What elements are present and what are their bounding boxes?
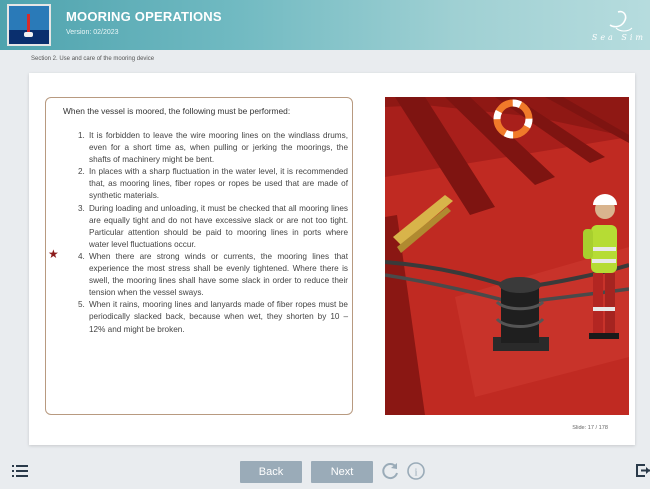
rule-item: 4. When there are strong winds or curren…: [46, 251, 352, 299]
mooring-photo: [385, 97, 629, 415]
rule-number: 4.: [78, 251, 85, 261]
rule-item: 1. It is forbidden to leave the wire moo…: [46, 130, 352, 166]
star-icon: ★: [48, 247, 59, 261]
rule-item: 2. In places with a sharp fluctuation in…: [46, 166, 352, 202]
brand-logo: Sea Sim: [572, 6, 646, 46]
slide-counter: Slide: 17 / 178: [572, 425, 608, 431]
rules-list: 1. It is forbidden to leave the wire moo…: [46, 130, 352, 336]
exit-icon[interactable]: [636, 464, 650, 477]
reload-icon[interactable]: [380, 461, 400, 481]
rules-intro: When the vessel is moored, the following…: [63, 106, 291, 116]
app-logo: [7, 4, 51, 46]
back-button[interactable]: Back: [240, 461, 302, 483]
brand-text: Sea Sim: [591, 33, 646, 42]
rule-item: 3. During loading and unloading, it must…: [46, 203, 352, 251]
rule-number: 1.: [78, 131, 85, 140]
menu-icon[interactable]: [12, 464, 28, 477]
rule-text: When there are strong winds or currents,…: [89, 251, 348, 298]
info-glyph: i: [414, 467, 417, 479]
rule-number: 3.: [78, 203, 85, 213]
rule-number: 5.: [78, 300, 85, 310]
rule-text: In places with a sharp fluctuation in th…: [89, 167, 348, 201]
rule-text: When it rains, mooring lines and lanyard…: [89, 300, 348, 334]
next-button[interactable]: Next: [311, 461, 373, 483]
rule-text: During loading and unloading, it must be…: [89, 203, 348, 249]
breadcrumb: Section 2. Use and care of the mooring d…: [31, 56, 155, 62]
app-version: Version: 02/2023: [66, 29, 119, 36]
rule-item: 5. When it rains, mooring lines and lany…: [46, 299, 352, 335]
rule-text: It is forbidden to leave the wire moorin…: [89, 131, 348, 165]
info-icon[interactable]: i: [406, 461, 426, 481]
slide-card: When the vessel is moored, the following…: [29, 73, 635, 445]
rules-panel: When the vessel is moored, the following…: [45, 97, 353, 415]
rule-number: 2.: [78, 167, 85, 177]
app-header: MOORING OPERATIONS Version: 02/2023 Sea …: [0, 0, 650, 50]
app-title: MOORING OPERATIONS: [66, 9, 222, 24]
